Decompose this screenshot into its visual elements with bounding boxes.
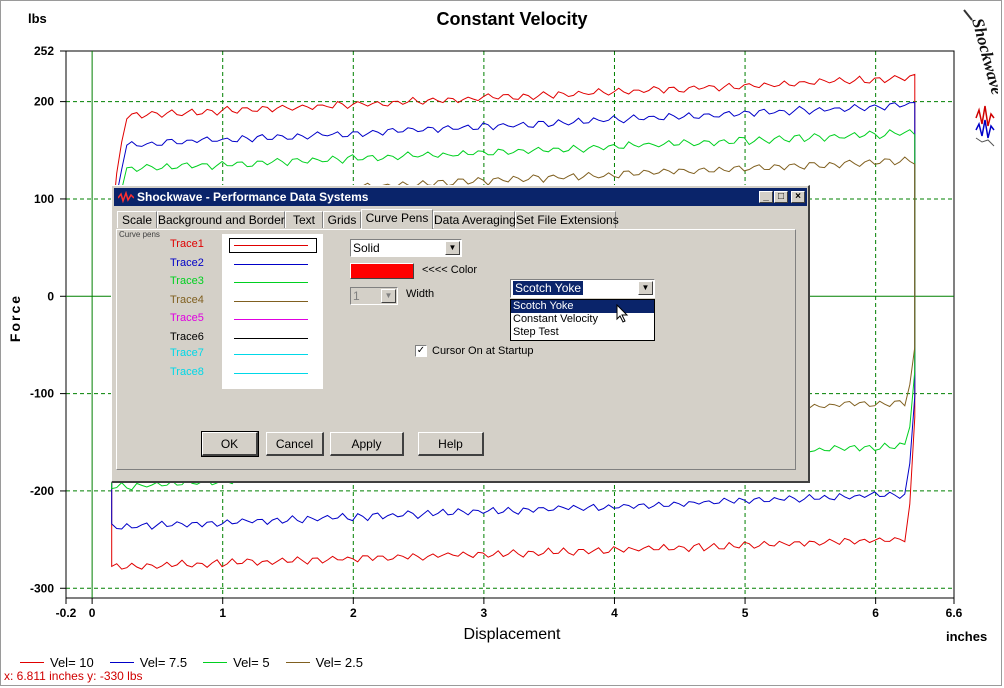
x-tick-label: 3 [481, 606, 488, 620]
logo-text: Shockwave [968, 16, 998, 97]
cursor-startup-checkbox[interactable]: ✓ [415, 345, 427, 357]
close-button[interactable]: × [791, 191, 805, 203]
width-select[interactable]: 1 ▼ [350, 287, 398, 305]
y-tick-label: 252 [34, 44, 54, 58]
y-axis-label: Force [7, 293, 23, 343]
cursor-startup-label: Cursor On at Startup [432, 345, 534, 357]
apply-button[interactable]: Apply [330, 432, 404, 456]
legend-label: Vel= 5 [233, 655, 270, 670]
x-tick-label: -0.2 [56, 606, 77, 620]
option-step-test[interactable]: Step Test [511, 326, 654, 339]
line-style-select[interactable]: Solid ▼ [350, 239, 462, 257]
tab-set-file-extensions[interactable]: Set File Extensions [515, 211, 619, 228]
legend-label: Vel= 10 [50, 655, 94, 670]
trace-label-7[interactable]: Trace7 [170, 347, 204, 359]
y-tick-label: -200 [30, 484, 54, 498]
shockwave-logo: Shockwave [963, 9, 998, 147]
y-tick-label: 100 [34, 192, 54, 206]
trace-label-5[interactable]: Trace5 [170, 312, 204, 324]
legend-swatch [203, 662, 228, 663]
trace-label-3[interactable]: Trace3 [170, 275, 204, 287]
x-tick-label: 1 [219, 606, 226, 620]
pen-line-1[interactable] [234, 245, 308, 246]
dialog-title: Shockwave - Performance Data Systems [137, 190, 369, 204]
pen-line-8[interactable] [234, 373, 308, 374]
x-axis-label: Displacement [463, 626, 561, 643]
y-axis-unit: lbs [28, 11, 47, 26]
dialog-titlebar[interactable]: Shockwave - Performance Data Systems _ □… [114, 188, 807, 206]
test-type-dropdown-list: Scotch Yoke Constant Velocity Step Test [510, 299, 655, 341]
y-tick-label: -100 [30, 387, 54, 401]
legend-item-3: Vel= 5 [203, 655, 270, 670]
x-tick-label: 2 [350, 606, 357, 620]
legend-swatch [109, 662, 134, 663]
test-type-value: Scotch Yoke [513, 281, 584, 295]
pen-line-4[interactable] [234, 301, 308, 302]
chart-title: Constant Velocity [436, 9, 588, 29]
mouse-cursor-icon [616, 304, 629, 323]
tab-data-averaging[interactable]: Data Averaging [433, 211, 516, 228]
settings-dialog: Shockwave - Performance Data Systems _ □… [111, 185, 810, 483]
y-tick-label: 200 [34, 95, 54, 109]
option-constant-velocity[interactable]: Constant Velocity [511, 313, 654, 326]
pen-line-2[interactable] [234, 264, 308, 265]
y-tick-label: 0 [47, 289, 54, 303]
curve-pens-label: Curve pens [119, 230, 160, 239]
minimize-button[interactable]: _ [759, 191, 773, 203]
x-tick-label: 6.6 [946, 606, 963, 620]
trace-label-6[interactable]: Trace6 [170, 331, 204, 343]
width-label: Width [406, 288, 435, 300]
chevron-down-icon[interactable]: ▼ [638, 281, 653, 295]
x-tick-label: 5 [742, 606, 749, 620]
x-tick-label: 0 [89, 606, 96, 620]
pen-line-3[interactable] [234, 282, 308, 283]
x-axis-unit: inches [946, 629, 988, 644]
trace-label-8[interactable]: Trace8 [170, 366, 204, 378]
color-label: <<<< Color [422, 264, 478, 276]
cancel-button[interactable]: Cancel [266, 432, 324, 456]
chevron-down-icon[interactable]: ▼ [381, 289, 396, 303]
legend-item-1: Vel= 10 [20, 655, 94, 670]
tab-background-and-borders[interactable]: Background and Borders [157, 211, 291, 228]
trace-label-1[interactable]: Trace1 [170, 238, 204, 250]
tab-scale[interactable]: Scale [117, 211, 157, 228]
legend-label: Vel= 7.5 [139, 655, 188, 670]
tab-curve-pens[interactable]: Curve Pens [361, 209, 433, 229]
pen-line-7[interactable] [234, 354, 308, 355]
tab-text[interactable]: Text [285, 211, 323, 228]
chart-legend: Vel= 10 Vel= 7.5 Vel= 5 Vel= 2.5 [20, 651, 379, 670]
shockwave-waveform-icon [118, 191, 134, 203]
x-tick-label: 4 [611, 606, 618, 620]
y-tick-label: -300 [30, 581, 54, 595]
help-button[interactable]: Help [418, 432, 484, 456]
trace-label-2[interactable]: Trace2 [170, 257, 204, 269]
legend-item-2: Vel= 7.5 [109, 655, 188, 670]
legend-item-4: Vel= 2.5 [285, 655, 363, 670]
ok-button[interactable]: OK [201, 431, 259, 457]
legend-swatch [285, 662, 310, 663]
pen-preview-list[interactable] [222, 234, 323, 389]
line-style-value: Solid [353, 241, 380, 255]
chevron-down-icon[interactable]: ▼ [445, 241, 460, 255]
pen-line-6[interactable] [234, 338, 308, 339]
cursor-readout: x: 6.811 inches y: -330 lbs [4, 669, 143, 683]
x-tick-label: 6 [872, 606, 879, 620]
pen-line-5[interactable] [234, 319, 308, 320]
tab-grids[interactable]: Grids [323, 211, 361, 228]
maximize-button[interactable]: □ [774, 191, 788, 203]
pen-color-button[interactable] [350, 263, 414, 279]
legend-label: Vel= 2.5 [315, 655, 363, 670]
trace-label-4[interactable]: Trace4 [170, 294, 204, 306]
option-scotch-yoke[interactable]: Scotch Yoke [511, 300, 654, 313]
legend-swatch [20, 662, 44, 663]
test-type-select[interactable]: Scotch Yoke ▼ [510, 279, 655, 298]
width-value: 1 [353, 289, 360, 303]
